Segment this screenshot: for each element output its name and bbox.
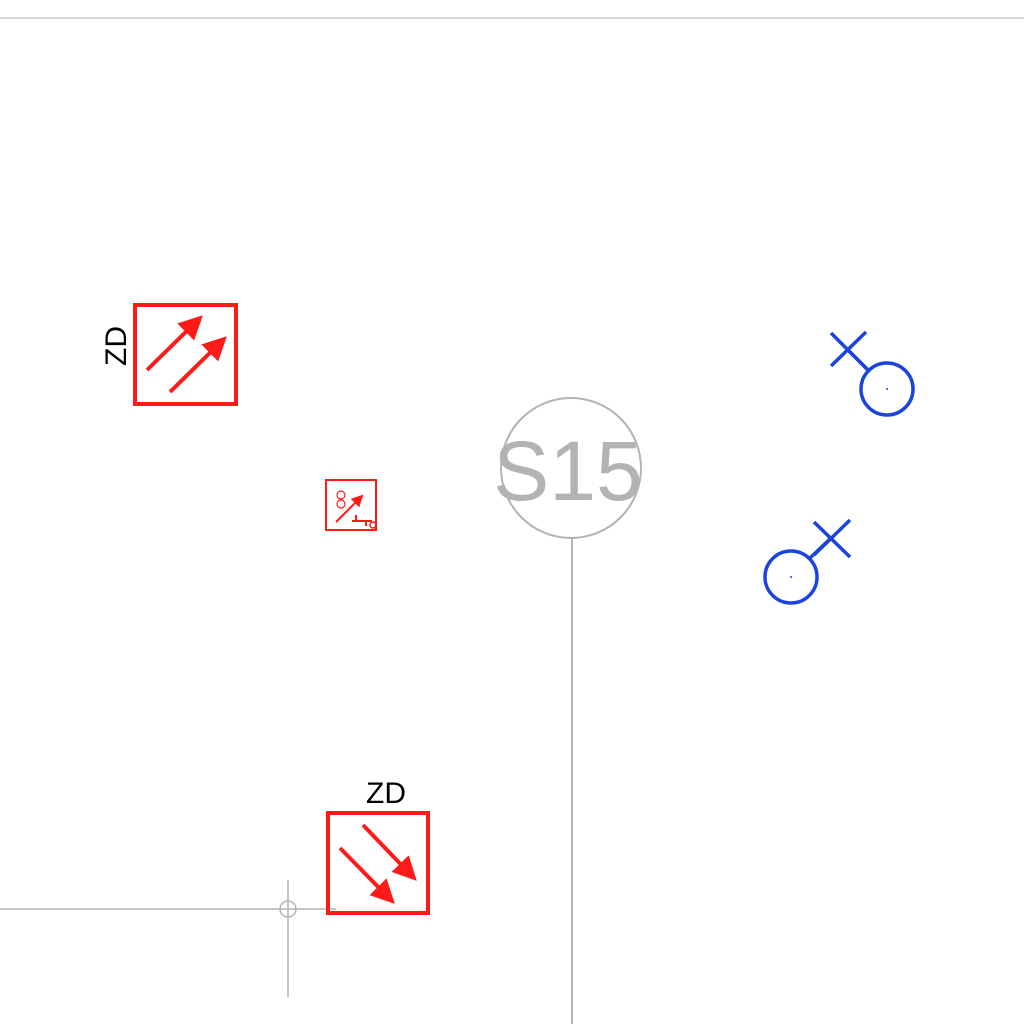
detector-ring-icon <box>336 490 346 500</box>
valve-icon <box>352 515 372 526</box>
fire-damper-label: ZD <box>366 777 406 810</box>
detector-ring-icon <box>336 499 346 509</box>
arrow-icon <box>145 315 203 372</box>
sprinkler-center-dot <box>886 388 888 390</box>
cad-drawing-canvas: S15 ZD ZD <box>0 17 1024 1024</box>
arrow-icon <box>338 846 395 904</box>
detector-box <box>325 479 377 531</box>
fire-damper-box <box>326 811 430 915</box>
sprinkler-head-upper[interactable] <box>829 330 915 417</box>
sprinkler-center-dot <box>790 576 792 578</box>
fire-damper-label: ZD <box>100 326 133 366</box>
grid-bubble-label: S15 <box>493 424 642 518</box>
reference-line[interactable] <box>0 880 336 997</box>
fire-detector-small[interactable] <box>325 479 377 531</box>
fire-damper-down-right[interactable]: ZD <box>326 777 430 915</box>
fire-damper-box <box>133 303 238 406</box>
arrow-icon <box>361 823 417 881</box>
grid-axis-s15[interactable]: S15 <box>493 397 643 1024</box>
fire-damper-up-right[interactable]: ZD <box>100 303 238 406</box>
arrow-icon <box>168 336 227 394</box>
sprinkler-head-lower[interactable] <box>763 518 852 605</box>
